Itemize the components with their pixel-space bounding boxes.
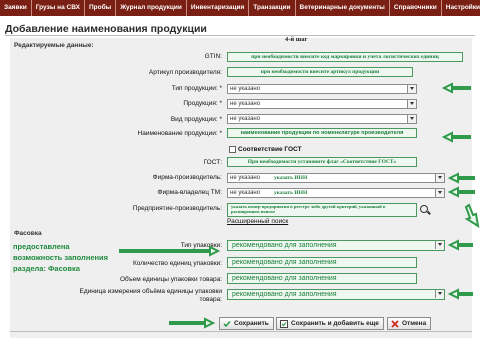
arrow-left-icon bbox=[441, 131, 471, 143]
arrow-left-icon bbox=[441, 82, 471, 94]
arrow-left-icon bbox=[447, 172, 475, 184]
arrow-right-icon bbox=[169, 317, 216, 329]
arrow-left-icon bbox=[447, 288, 473, 300]
page: Заявки Грузы на СВХ Пробы Журнал продукц… bbox=[0, 0, 480, 360]
arrow-left-icon bbox=[447, 239, 473, 251]
arrow-right-icon bbox=[119, 245, 221, 257]
annotation-arrows bbox=[119, 82, 480, 329]
arrow-left-icon bbox=[447, 186, 475, 198]
arrow-up-right-icon bbox=[464, 203, 480, 229]
